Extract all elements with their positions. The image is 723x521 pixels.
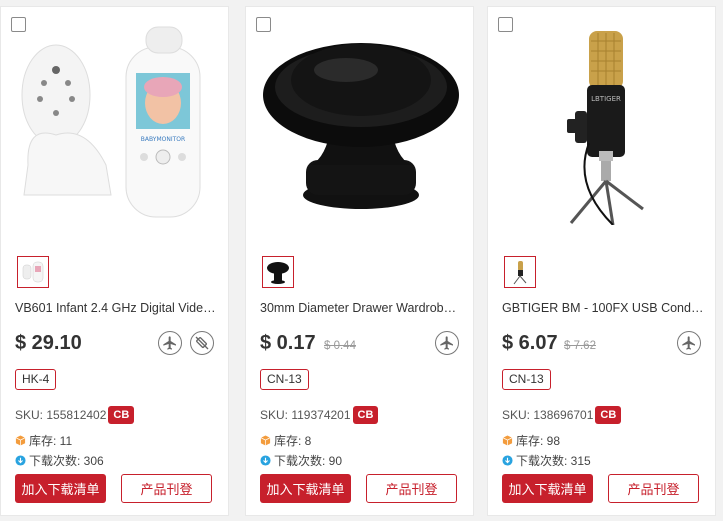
download-icon [15, 455, 26, 466]
product-title[interactable]: GBTIGER BM - 100FX USB Condenser Microph… [502, 301, 704, 315]
add-to-download-list-button[interactable]: 加入下载清单 [15, 474, 106, 503]
product-price: $ 0.17 [260, 332, 316, 354]
cb-badge: CB [595, 406, 622, 424]
product-thumbnail[interactable] [17, 256, 49, 288]
airplane-icon [158, 331, 182, 355]
download-count: 下载次数: 90 [274, 454, 343, 468]
product-thumbnail[interactable] [262, 256, 294, 288]
baby-monitor-image: BABYMONITOR [21, 26, 200, 218]
download-count: 下载次数: 306 [29, 454, 104, 468]
sku-label: SKU: 138696701 [502, 408, 594, 422]
airplane-icon [677, 331, 701, 355]
original-price: $ 7.62 [564, 340, 596, 352]
product-image[interactable] [258, 21, 463, 229]
no-battery-icon [190, 331, 214, 355]
original-price: $ 0.44 [324, 340, 356, 352]
download-icon [502, 455, 513, 466]
cb-badge: CB [108, 406, 135, 424]
box-icon [15, 435, 26, 446]
cabinet-knob-image [262, 43, 459, 209]
product-card[interactable]: LBTIGER GBTIGER BM - 100FX USB Condenser… [487, 6, 716, 516]
box-icon [502, 435, 513, 446]
svg-text:BABYMONITOR: BABYMONITOR [140, 136, 184, 143]
download-count: 下载次数: 315 [516, 454, 591, 468]
cb-badge: CB [352, 406, 379, 424]
product-image[interactable]: LBTIGER [500, 21, 705, 229]
warehouse-tag: CN-13 [260, 369, 309, 390]
product-image[interactable]: BABYMONITOR [13, 21, 218, 229]
product-price: $ 29.10 [15, 332, 82, 354]
product-title[interactable]: 30mm Diameter Drawer Wardrobe Cabinet Kn… [260, 301, 462, 315]
svg-text:LBTIGER: LBTIGER [591, 95, 621, 103]
airplane-icon [435, 331, 459, 355]
product-card[interactable]: 30mm Diameter Drawer Wardrobe Cabinet Kn… [245, 6, 474, 516]
product-thumbnail[interactable] [504, 256, 536, 288]
product-card[interactable]: BABYMONITOR VB601 Infant 2.4 GHz Digital… [0, 6, 229, 516]
product-publish-button[interactable]: 产品刊登 [608, 474, 699, 503]
sku-label: SKU: 155812402 [15, 408, 107, 422]
warehouse-tag: HK-4 [15, 369, 57, 390]
stock-count: 库存: 8 [274, 434, 312, 448]
sku-label: SKU: 119374201 [260, 408, 351, 422]
stock-count: 库存: 98 [516, 434, 561, 448]
product-price: $ 6.07 [502, 332, 558, 354]
add-to-download-list-button[interactable]: 加入下载清单 [502, 474, 593, 503]
product-publish-button[interactable]: 产品刊登 [366, 474, 457, 503]
box-icon [260, 435, 271, 446]
add-to-download-list-button[interactable]: 加入下载清单 [260, 474, 351, 503]
download-icon [260, 455, 271, 466]
product-publish-button[interactable]: 产品刊登 [121, 474, 212, 503]
warehouse-tag: CN-13 [502, 369, 551, 390]
microphone-image: LBTIGER [566, 31, 644, 225]
stock-count: 库存: 11 [29, 434, 73, 448]
product-title[interactable]: VB601 Infant 2.4 GHz Digital Video Baby … [15, 301, 217, 315]
